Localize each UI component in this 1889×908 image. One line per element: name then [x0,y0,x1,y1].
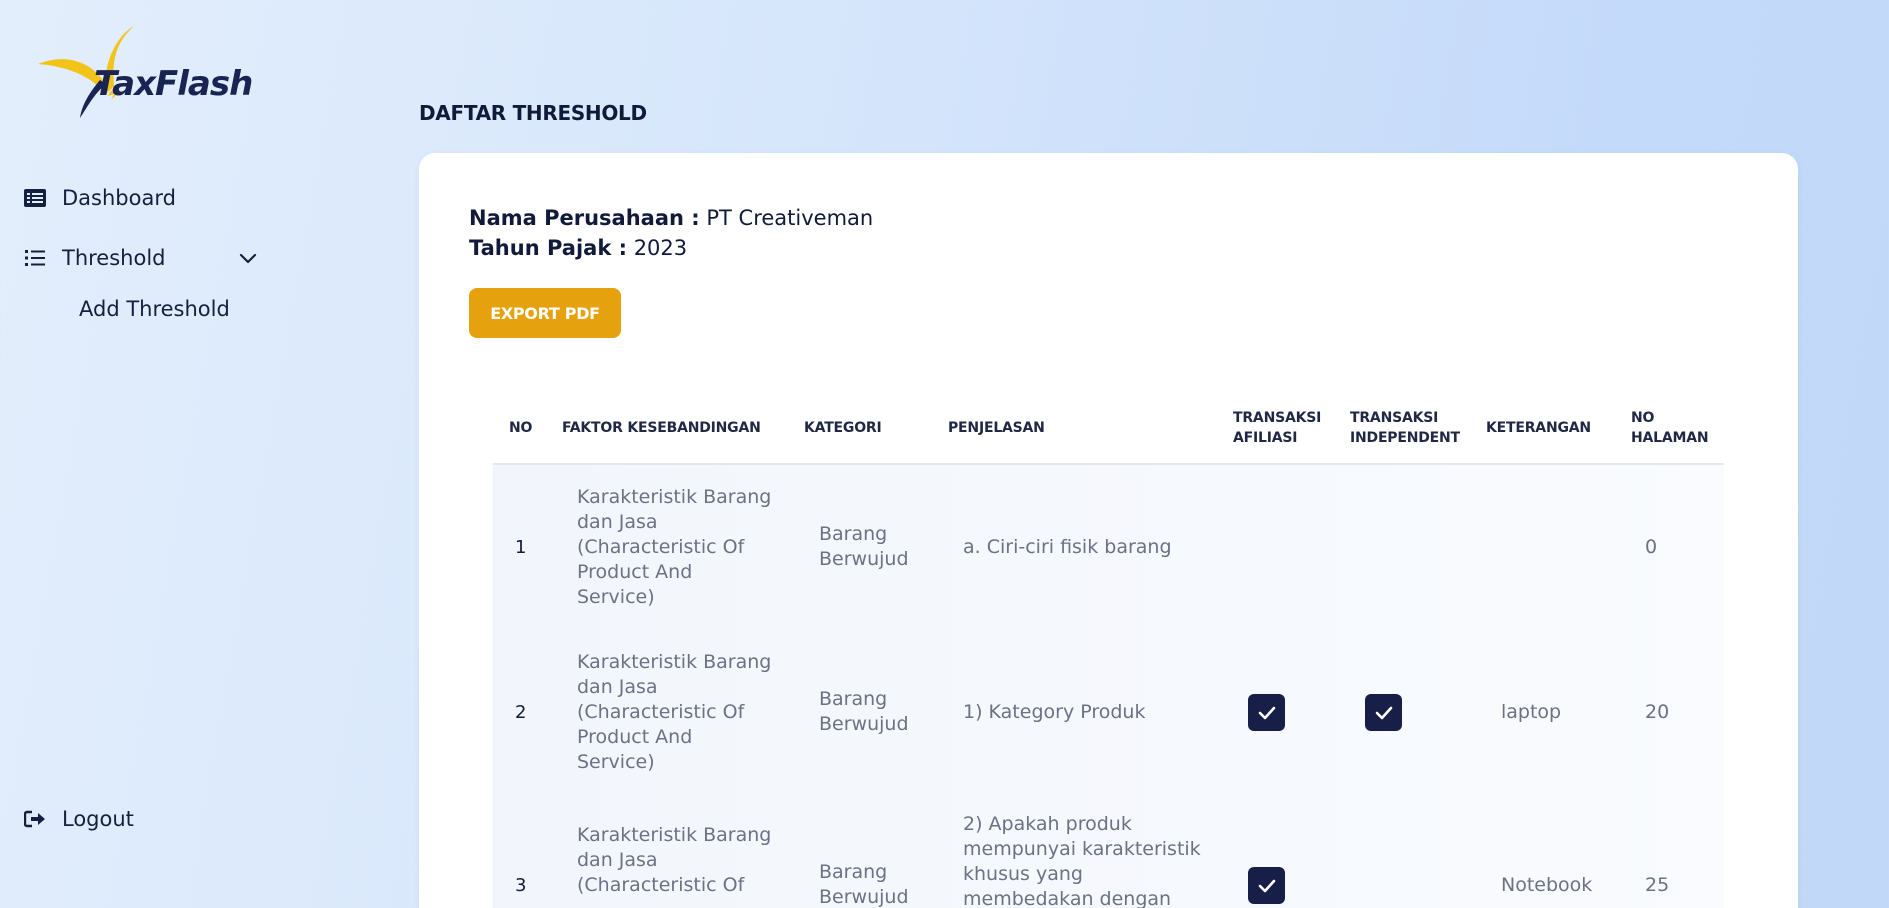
cell-no: 2 [515,702,527,723]
export-pdf-button[interactable]: EXPORT PDF [469,288,621,338]
sidebar-item-threshold[interactable]: Threshold [24,246,257,270]
cell-line: Berwujud [819,713,909,735]
header-transaksi-independent: TRANSAKSI INDEPENDENT [1350,408,1460,448]
cell-line: 1) Kategory Produk [963,701,1146,723]
check-icon [1258,706,1275,719]
cell-penjelasan: 1) Kategory Produk [963,700,1145,725]
page-title: DAFTAR THRESHOLD [419,101,647,125]
header-line: NO [1631,410,1655,426]
cell-line: (Characteristic Of [577,536,745,558]
sidebar-item-add-threshold[interactable]: Add Threshold [79,297,230,321]
cell-faktor: Karakteristik Barang dan Jasa (Character… [577,485,771,610]
logout-label: Logout [62,807,134,831]
check-icon [1375,706,1392,719]
logout-button[interactable]: Logout [24,807,134,831]
cell-line: Product And [577,561,693,583]
chevron-down-icon[interactable] [238,248,258,268]
table-row: 2 Karakteristik Barang dan Jasa (Charact… [493,630,1724,795]
independent-checkbox[interactable] [1365,694,1402,731]
header-line: INDEPENDENT [1350,430,1460,446]
cell-line: dan Jasa [577,676,658,698]
cell-line: dan Jasa [577,511,658,533]
cell-line: Karakteristik Barang [577,651,772,673]
sidebar: TaxFlash Dashboard Threshold Add Thresho… [0,0,330,908]
cell-halaman: 0 [1645,536,1658,558]
cell-line: Barang [819,688,888,710]
cell-line: (Characteristic Of [577,874,745,896]
afiliasi-checkbox[interactable] [1248,867,1285,904]
cell-keterangan: laptop [1501,701,1562,723]
cell-halaman: 25 [1645,874,1670,896]
cell-line: mempunyai karakteristik [963,838,1201,860]
cell-faktor: Karakteristik Barang dan Jasa (Character… [577,650,771,775]
cell-halaman: 20 [1645,701,1670,723]
cell-line: Karakteristik Barang [577,824,772,846]
sidebar-item-label: Threshold [62,246,166,270]
cell-kategori: Barang Berwujud [819,522,909,572]
table-header: NO FAKTOR KESEBANDINGAN KATEGORI PENJELA… [493,405,1724,465]
cell-line: khusus yang [963,863,1083,885]
cell-line: Service) [577,586,655,608]
cell-line: Product And [577,726,693,748]
cell-penjelasan: a. Ciri-ciri fisik barang [963,535,1172,560]
company-info: Nama Perusahaan : PT Creativeman [469,206,873,230]
cell-line: dan Jasa [577,849,658,871]
company-label: Nama Perusahaan : [469,206,700,230]
cell-keterangan: Notebook [1501,874,1593,896]
cell-line: Barang [819,861,888,883]
cell-line: (Characteristic Of [577,701,745,723]
table-row: 3 Karakteristik Barang dan Jasa (Charact… [493,795,1724,908]
sidebar-item-dashboard[interactable]: Dashboard [24,186,176,210]
cell-line: Berwujud [819,548,909,570]
logo-wordmark: TaxFlash [94,64,253,104]
cell-line: 2) Apakah produk [963,813,1132,835]
cell-line: membedakan dengan [963,888,1172,908]
cell-faktor: Karakteristik Barang dan Jasa (Character… [577,823,771,898]
cell-line: Barang [819,523,888,545]
list-icon [24,247,46,269]
list-card-icon [24,187,46,209]
header-penjelasan: PENJELASAN [948,420,1045,436]
header-keterangan: KETERANGAN [1486,420,1591,436]
cell-line: Karakteristik Barang [577,486,772,508]
table-row: 1 Karakteristik Barang dan Jasa (Charact… [493,465,1724,630]
header-line: AFILIASI [1233,430,1298,446]
cell-kategori: Barang Berwujud [819,687,909,737]
cell-no: 3 [515,875,527,896]
table-body: 1 Karakteristik Barang dan Jasa (Charact… [493,465,1724,908]
header-line: TRANSAKSI [1233,410,1322,426]
header-no: NO [509,420,533,436]
cell-kategori: Barang Berwujud [819,860,909,908]
company-value: PT Creativeman [706,206,874,230]
header-line: TRANSAKSI [1350,410,1439,426]
sign-out-icon [24,808,46,830]
cell-line: Service) [577,751,655,773]
sidebar-item-label: Dashboard [62,186,176,210]
cell-no: 1 [515,537,527,558]
check-icon [1258,879,1275,892]
header-kategori: KATEGORI [804,420,882,436]
tax-year-label: Tahun Pajak : [469,236,627,260]
header-no-halaman: NO HALAMAN [1631,408,1709,448]
taxflash-logo[interactable]: TaxFlash [34,24,294,124]
afiliasi-checkbox[interactable] [1248,694,1285,731]
threshold-table: NO FAKTOR KESEBANDINGAN KATEGORI PENJELA… [493,405,1724,908]
tax-year-info: Tahun Pajak : 2023 [469,236,687,260]
header-transaksi-afiliasi: TRANSAKSI AFILIASI [1233,408,1321,448]
header-faktor: FAKTOR KESEBANDINGAN [562,420,761,436]
tax-year-value: 2023 [633,236,688,260]
cell-penjelasan: 2) Apakah produk mempunyai karakteristik… [963,812,1201,908]
cell-line: a. Ciri-ciri fisik barang [963,536,1172,558]
header-line: HALAMAN [1631,430,1709,446]
cell-line: Berwujud [819,886,909,908]
